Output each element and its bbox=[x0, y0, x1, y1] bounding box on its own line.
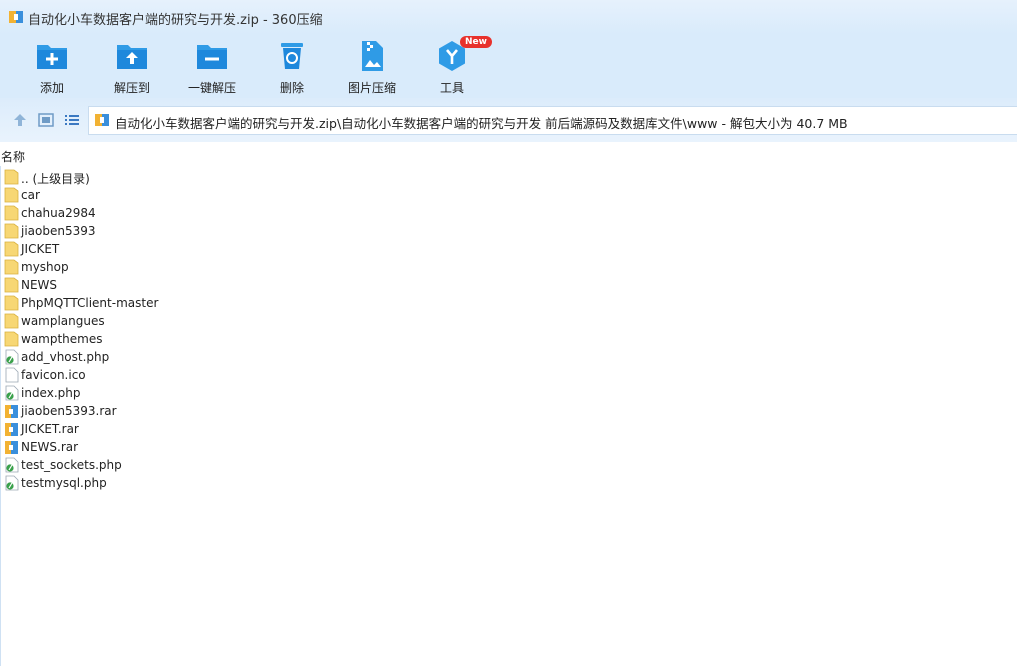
php-file-icon bbox=[5, 385, 19, 401]
file-row[interactable]: chahua2984 bbox=[0, 204, 1017, 222]
image-compress-button[interactable]: 图片压缩 bbox=[334, 39, 410, 97]
file-name: JICKET.rar bbox=[21, 422, 79, 436]
folder-icon bbox=[4, 259, 19, 275]
one-click-extract-icon bbox=[197, 45, 227, 69]
php-file-icon bbox=[5, 349, 19, 365]
file-name: wamplangues bbox=[21, 314, 105, 328]
title-bar: 自动化小车数据客户端的研究与开发.zip - 360压缩 bbox=[0, 0, 1017, 34]
column-header-name[interactable]: 名称 bbox=[1, 148, 25, 165]
php-file-icon bbox=[5, 475, 19, 491]
rar-archive-icon bbox=[5, 441, 18, 454]
file-row[interactable]: add_vhost.php bbox=[0, 348, 1017, 366]
file-row[interactable]: JICKET.rar bbox=[0, 420, 1017, 438]
rar-archive-icon bbox=[5, 405, 18, 418]
delete-label: 删除 bbox=[279, 81, 304, 95]
current-path: 自动化小车数据客户端的研究与开发.zip\自动化小车数据客户端的研究与开发 前后… bbox=[115, 116, 848, 131]
recycle-delete-icon bbox=[281, 43, 303, 69]
file-name: testmysql.php bbox=[21, 476, 107, 490]
file-row[interactable]: myshop bbox=[0, 258, 1017, 276]
folder-icon bbox=[4, 187, 19, 203]
file-name: NEWS bbox=[21, 278, 58, 292]
file-name: jiaoben5393 bbox=[21, 224, 96, 238]
file-list: .. (上级目录) car chahua2984 jiaoben5393 JICKET m… bbox=[0, 168, 1017, 492]
file-row[interactable]: test_sockets.php bbox=[0, 456, 1017, 474]
file-row[interactable]: wamplangues bbox=[0, 312, 1017, 330]
file-row[interactable]: .. (上级目录) bbox=[0, 168, 1017, 186]
file-row[interactable]: PhpMQTTClient-master bbox=[0, 294, 1017, 312]
one-click-extract-button[interactable]: 一键解压 bbox=[174, 39, 250, 97]
file-row[interactable]: wampthemes bbox=[0, 330, 1017, 348]
file-name: PhpMQTTClient-master bbox=[21, 296, 159, 310]
file-row[interactable]: jiaoben5393 bbox=[0, 222, 1017, 240]
path-field[interactable]: 自动化小车数据客户端的研究与开发.zip\自动化小车数据客户端的研究与开发 前后… bbox=[88, 106, 1017, 135]
toolbar: 添加 解压到 一键解压 删除 图片压缩 New 工具 bbox=[0, 34, 1017, 98]
rar-archive-icon bbox=[5, 423, 18, 436]
folder-icon bbox=[4, 241, 19, 257]
file-name: jiaoben5393.rar bbox=[21, 404, 117, 418]
tools-label: 工具 bbox=[439, 81, 464, 95]
add-label: 添加 bbox=[39, 81, 64, 95]
file-name: car bbox=[21, 188, 40, 202]
up-arrow-icon[interactable] bbox=[12, 113, 28, 127]
file-name: favicon.ico bbox=[21, 368, 86, 382]
archive-app-icon bbox=[9, 11, 23, 23]
file-row[interactable]: NEWS.rar bbox=[0, 438, 1017, 456]
column-header-bar: 名称 bbox=[0, 146, 1017, 166]
file-name: wampthemes bbox=[21, 332, 103, 346]
add-folder-icon bbox=[37, 45, 67, 69]
file-name: index.php bbox=[21, 386, 81, 400]
delete-button[interactable]: 删除 bbox=[254, 39, 330, 97]
list-view-icon[interactable] bbox=[64, 113, 80, 127]
zip-file-icon bbox=[95, 114, 109, 126]
folder-icon bbox=[4, 205, 19, 221]
file-row[interactable]: testmysql.php bbox=[0, 474, 1017, 492]
file-name: myshop bbox=[21, 260, 69, 274]
thumbnail-view-icon[interactable] bbox=[38, 113, 54, 127]
php-file-icon bbox=[5, 457, 19, 473]
folder-icon bbox=[4, 169, 19, 185]
file-row[interactable]: jiaoben5393.rar bbox=[0, 402, 1017, 420]
file-name: NEWS.rar bbox=[21, 440, 79, 454]
file-row[interactable]: NEWS bbox=[0, 276, 1017, 294]
extract-to-icon bbox=[117, 45, 147, 69]
extract-to-label: 解压到 bbox=[113, 81, 150, 95]
file-row[interactable]: JICKET bbox=[0, 240, 1017, 258]
folder-icon bbox=[4, 223, 19, 239]
file-name: add_vhost.php bbox=[21, 350, 110, 364]
folder-icon bbox=[4, 295, 19, 311]
folder-icon bbox=[4, 313, 19, 329]
file-row[interactable]: index.php bbox=[0, 384, 1017, 402]
extract-to-button[interactable]: 解压到 bbox=[94, 39, 170, 97]
tools-button[interactable]: New 工具 bbox=[414, 36, 492, 97]
file-name: chahua2984 bbox=[21, 206, 96, 220]
file-name: test_sockets.php bbox=[21, 458, 122, 472]
image-compress-label: 图片压缩 bbox=[347, 81, 396, 95]
file-row[interactable]: car bbox=[0, 186, 1017, 204]
address-bar: 自动化小车数据客户端的研究与开发.zip\自动化小车数据客户端的研究与开发 前后… bbox=[0, 98, 1017, 142]
file-row[interactable]: favicon.ico bbox=[0, 366, 1017, 384]
window-title: 自动化小车数据客户端的研究与开发.zip - 360压缩 bbox=[28, 13, 323, 28]
folder-icon bbox=[4, 331, 19, 347]
file-name: .. (上级目录) bbox=[21, 172, 90, 186]
one-click-extract-label: 一键解压 bbox=[187, 81, 236, 95]
new-badge: New bbox=[460, 36, 492, 48]
add-button[interactable]: 添加 bbox=[14, 39, 90, 97]
file-name: JICKET bbox=[21, 242, 60, 256]
folder-icon bbox=[4, 277, 19, 293]
image-compress-icon bbox=[362, 41, 383, 71]
file-icon bbox=[5, 367, 19, 383]
